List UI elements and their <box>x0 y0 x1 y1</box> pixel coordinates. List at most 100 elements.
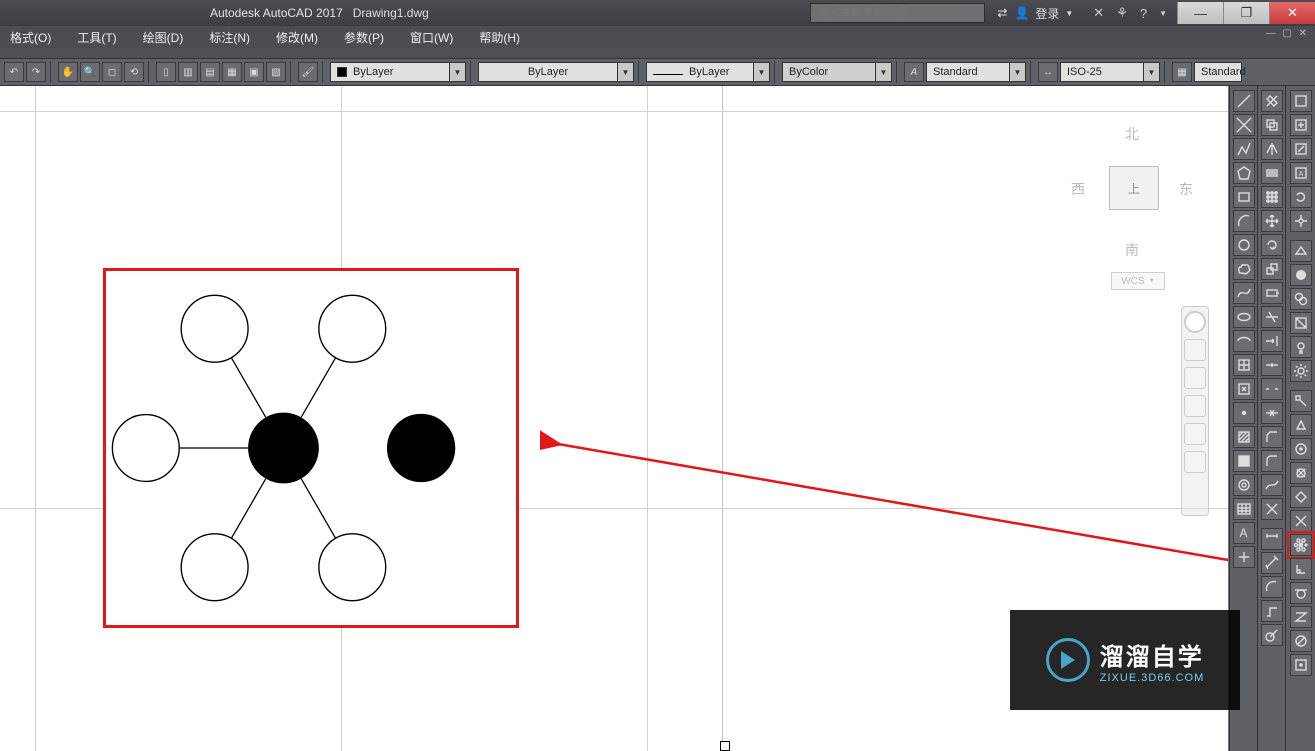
break-at-point-icon[interactable] <box>1261 354 1283 376</box>
edit-block-icon[interactable] <box>1290 138 1312 160</box>
break-icon[interactable] <box>1261 378 1283 400</box>
blend-icon[interactable] <box>1261 474 1283 496</box>
snap-center-icon[interactable] <box>1290 438 1312 460</box>
viewcube-east[interactable]: 东 <box>1179 179 1193 199</box>
arc-icon[interactable] <box>1233 210 1255 232</box>
chevron-down-icon[interactable]: ▼ <box>618 62 634 82</box>
chevron-down-icon[interactable]: ▼ <box>1144 62 1160 82</box>
snap-node-icon[interactable] <box>1290 462 1312 484</box>
polyline-icon[interactable] <box>1233 138 1255 160</box>
rotate-icon[interactable] <box>1261 234 1283 256</box>
chevron-down-icon[interactable]: ▼ <box>754 62 770 82</box>
array-icon[interactable] <box>1261 186 1283 208</box>
gradient-icon[interactable] <box>1233 450 1255 472</box>
erase-icon[interactable] <box>1261 90 1283 112</box>
snap-intersection-icon[interactable] <box>1290 510 1312 532</box>
chevron-down-icon[interactable]: ▼ <box>450 62 466 82</box>
polygon-icon[interactable] <box>1233 162 1255 184</box>
region-icon[interactable] <box>1233 474 1255 496</box>
login-group[interactable]: ⇄ 👤 登录 ▼ <box>985 5 1083 22</box>
copy-icon[interactable] <box>1261 114 1283 136</box>
viewcube-west[interactable]: 西 <box>1071 179 1085 199</box>
help-icon[interactable]: ? <box>1140 6 1147 21</box>
move-icon[interactable] <box>1261 210 1283 232</box>
viewport-2-icon[interactable]: ▥ <box>178 62 198 82</box>
chevron-down-icon[interactable]: ▼ <box>1010 62 1026 82</box>
linetype-combo[interactable]: ByLayer ▼ <box>646 62 770 82</box>
insert-icon[interactable] <box>1290 90 1312 112</box>
pan-icon[interactable]: ✋ <box>58 62 78 82</box>
mirror-icon[interactable] <box>1261 138 1283 160</box>
snap-tangent-icon[interactable] <box>1290 582 1312 604</box>
dimstyle-combo[interactable]: ISO-25 ▼ <box>1060 62 1160 82</box>
zoom-window-icon[interactable]: ◻ <box>102 62 122 82</box>
view-cube[interactable]: 北 南 西 东 上 WCS▼ <box>1051 92 1211 282</box>
construction-line-icon[interactable] <box>1233 114 1255 136</box>
join-icon[interactable] <box>1261 402 1283 424</box>
circle-icon[interactable] <box>1233 234 1255 256</box>
snap-perpendicular-icon[interactable] <box>1290 558 1312 580</box>
viewcube-top[interactable]: 上 <box>1109 166 1159 210</box>
render-hide-icon[interactable] <box>1290 240 1312 262</box>
lineweight-combo[interactable]: ByLayer ▼ <box>478 62 634 82</box>
render-shade-icon[interactable] <box>1290 264 1312 286</box>
explode-icon[interactable] <box>1261 498 1283 520</box>
spline-icon[interactable] <box>1233 282 1255 304</box>
offset-icon[interactable] <box>1261 162 1283 184</box>
mtext-icon[interactable]: A <box>1233 522 1255 544</box>
undo-icon[interactable]: ↶ <box>4 62 24 82</box>
showmotion-icon[interactable] <box>1184 423 1206 445</box>
aligned-dim-icon[interactable] <box>1261 552 1283 574</box>
add-selected-icon[interactable] <box>1233 546 1255 568</box>
viewport-1-icon[interactable]: ▯ <box>156 62 176 82</box>
menu-window[interactable]: 窗口(W) <box>410 29 453 46</box>
table-icon[interactable] <box>1233 498 1255 520</box>
maximize-button[interactable]: ❐ <box>1223 2 1269 24</box>
color-combo[interactable]: ByLayer ▼ <box>330 62 466 82</box>
insert-block-icon[interactable] <box>1233 354 1255 376</box>
snap-none-icon[interactable] <box>1290 630 1312 652</box>
revcloud-icon[interactable] <box>1233 258 1255 280</box>
close-button[interactable]: ✕ <box>1269 2 1315 24</box>
viewport-join-icon[interactable]: ▣ <box>244 62 264 82</box>
dropdown-arrow-icon[interactable]: ▼ <box>1159 9 1167 18</box>
orbit-icon[interactable] <box>1184 395 1206 417</box>
scale-icon[interactable] <box>1261 258 1283 280</box>
point-icon[interactable] <box>1233 402 1255 424</box>
snap-nearest-icon[interactable] <box>1290 606 1312 628</box>
viewport-named-icon[interactable]: ▧ <box>266 62 286 82</box>
materials-icon[interactable] <box>1290 312 1312 334</box>
snap-quadrant-icon[interactable] <box>1290 486 1312 508</box>
fillet-icon[interactable] <box>1261 450 1283 472</box>
menu-modify[interactable]: 修改(M) <box>276 29 318 46</box>
ellipse-icon[interactable] <box>1233 306 1255 328</box>
tablestyle-icon[interactable]: ▦ <box>1172 62 1192 82</box>
viewcube-south[interactable]: 南 <box>1125 240 1139 260</box>
ordinate-dim-icon[interactable] <box>1261 600 1283 622</box>
share-icon[interactable]: ⚘ <box>1116 5 1128 21</box>
menu-draw[interactable]: 绘图(D) <box>143 29 184 46</box>
snap-endpoint-icon[interactable] <box>1290 390 1312 412</box>
stretch-icon[interactable] <box>1261 282 1283 304</box>
document-window-controls[interactable]: — ▢ ✕ <box>1266 28 1309 39</box>
osnap-settings-icon[interactable] <box>1290 654 1312 676</box>
menu-format[interactable]: 格式(O) <box>10 29 51 46</box>
zoom-realtime-icon[interactable]: 🔍 <box>80 62 100 82</box>
linear-dim-icon[interactable] <box>1261 528 1283 550</box>
viewcube-wcs[interactable]: WCS▼ <box>1111 272 1165 290</box>
pan-icon[interactable] <box>1184 339 1206 361</box>
menu-dimension[interactable]: 标注(N) <box>209 29 250 46</box>
render-full-icon[interactable] <box>1290 288 1312 310</box>
plotstyle-combo[interactable]: ByColor ▼ <box>782 62 892 82</box>
steering-wheel-icon[interactable] <box>1184 311 1206 333</box>
viewcube-north[interactable]: 北 <box>1125 124 1139 144</box>
nav-settings-icon[interactable] <box>1184 451 1206 473</box>
search-input[interactable] <box>810 3 985 23</box>
chamfer-icon[interactable] <box>1261 426 1283 448</box>
x-icon[interactable]: ✕ <box>1093 5 1104 21</box>
zoom-extents-icon[interactable] <box>1184 367 1206 389</box>
radius-dim-icon[interactable] <box>1261 624 1283 646</box>
ellipse-arc-icon[interactable] <box>1233 330 1255 352</box>
line-icon[interactable] <box>1233 90 1255 112</box>
lights-icon[interactable] <box>1290 336 1312 358</box>
